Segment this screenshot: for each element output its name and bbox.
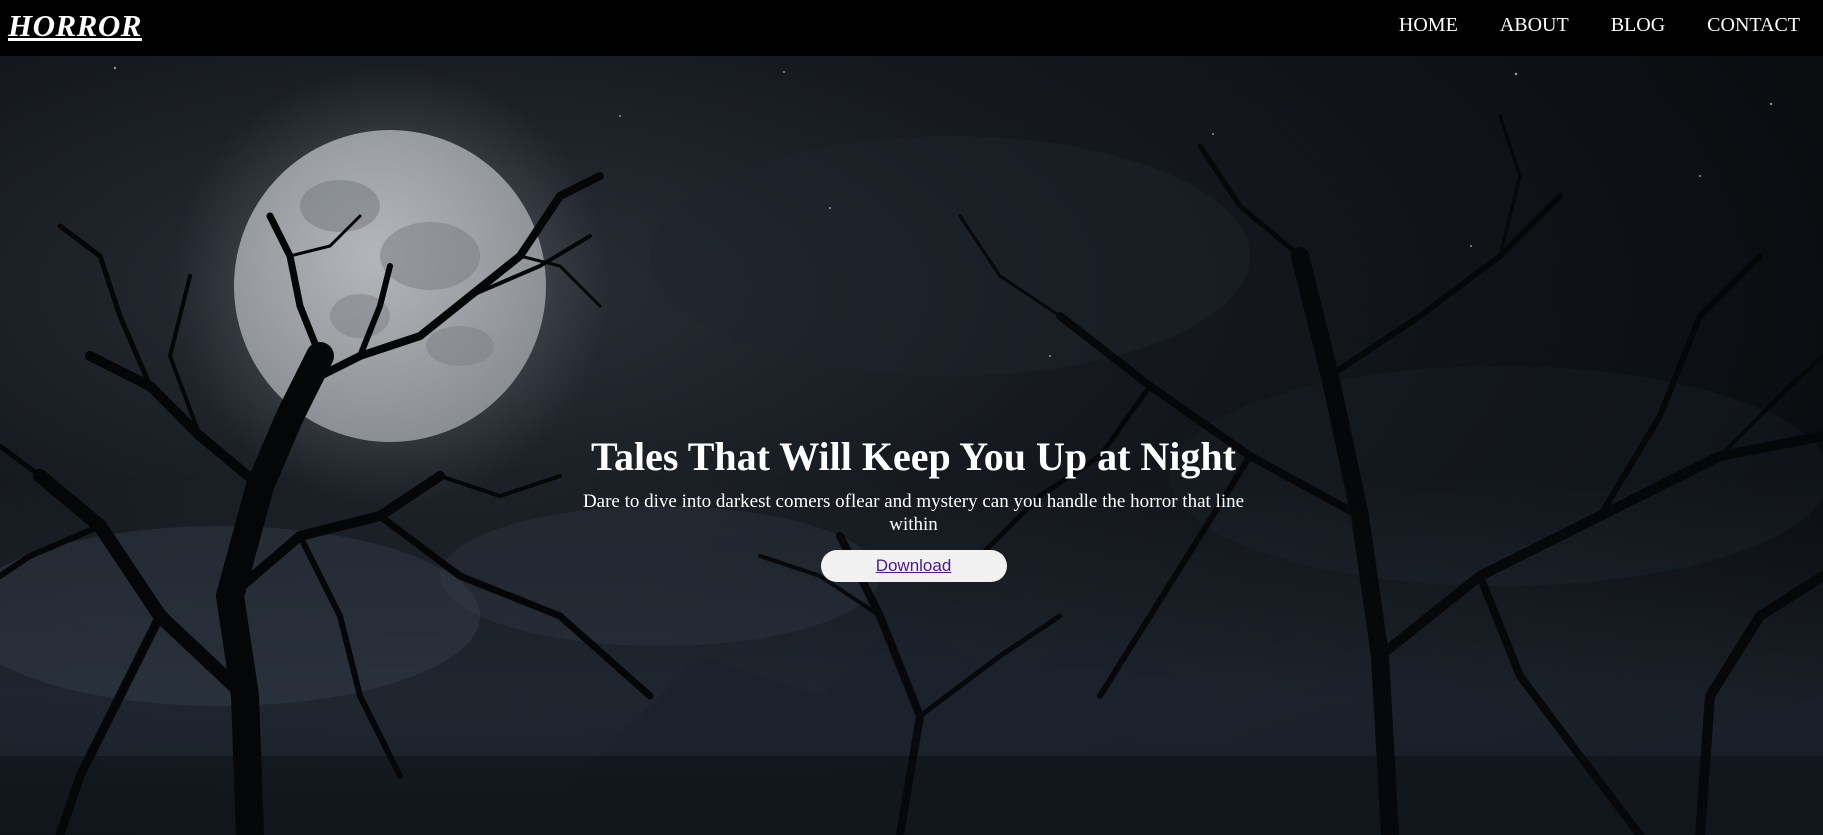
- main-nav: HOME ABOUT BLOG CONTACT: [1399, 14, 1800, 37]
- nav-link-contact[interactable]: CONTACT: [1707, 14, 1800, 37]
- hero-content: Tales That Will Keep You Up at Night Dar…: [560, 434, 1267, 582]
- download-button[interactable]: Download: [820, 550, 1007, 582]
- nav-link-about[interactable]: ABOUT: [1500, 14, 1569, 37]
- nav-link-home[interactable]: HOME: [1399, 14, 1458, 37]
- top-navbar: HORROR HOME ABOUT BLOG CONTACT: [0, 0, 1823, 56]
- hero-title: Tales That Will Keep You Up at Night: [591, 434, 1236, 479]
- hero-subtitle: Dare to dive into darkest comers oflear …: [582, 491, 1245, 535]
- nav-link-blog[interactable]: BLOG: [1611, 14, 1665, 37]
- hero-section: Tales That Will Keep You Up at Night Dar…: [0, 56, 1823, 835]
- site-logo[interactable]: HORROR: [8, 8, 142, 44]
